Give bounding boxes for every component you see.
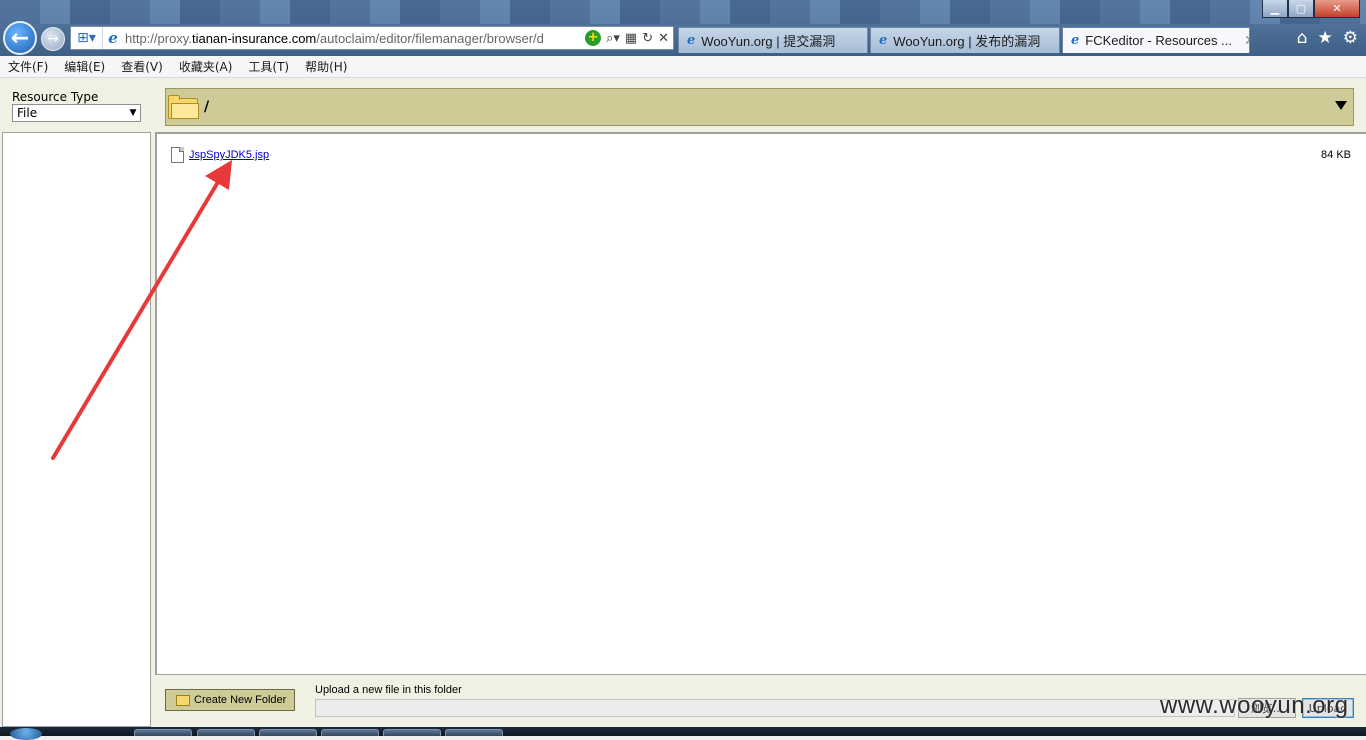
- taskbar-item[interactable]: [321, 729, 379, 736]
- menu-bar: 文件(F) 编辑(E) 查看(V) 收藏夹(A) 工具(T) 帮助(H): [0, 56, 1366, 78]
- tab-close-icon[interactable]: ✕: [1244, 32, 1249, 49]
- tab-label: WooYun.org | 发布的漏洞: [893, 34, 1041, 49]
- taskbar-item[interactable]: [445, 729, 503, 736]
- folder-dropdown-icon[interactable]: [1335, 101, 1347, 110]
- taskbar: [0, 727, 1366, 740]
- url-domain: tianan-insurance.com: [191, 30, 317, 46]
- chevron-down-icon: ▼: [129, 108, 137, 118]
- search-icon[interactable]: ⌕▾: [606, 31, 620, 46]
- folder-icon: [176, 694, 190, 706]
- taskbar-item[interactable]: [383, 729, 441, 736]
- url-prefix: http://proxy.: [125, 30, 192, 46]
- favorites-star-icon[interactable]: ★: [1318, 28, 1333, 48]
- file-manager-page: Resource Type File ▼ / JspSpyJDK5.jsp 84…: [0, 79, 1366, 727]
- menu-file[interactable]: 文件(F): [0, 58, 56, 75]
- current-folder-bar[interactable]: /: [165, 88, 1354, 126]
- ie-tab-icon: e: [1071, 33, 1080, 48]
- minimize-button[interactable]: ▁: [1262, 0, 1288, 18]
- menu-edit[interactable]: 编辑(E): [56, 58, 113, 75]
- home-icon[interactable]: ⌂: [1297, 28, 1308, 48]
- taskbar-item[interactable]: [197, 729, 255, 736]
- close-window-button[interactable]: ✕: [1314, 0, 1360, 18]
- resource-type-select[interactable]: File ▼: [12, 104, 141, 122]
- menu-tools[interactable]: 工具(T): [240, 58, 297, 75]
- file-list-pane: JspSpyJDK5.jsp 84 KB: [155, 132, 1366, 675]
- back-arrow-icon: ←: [10, 25, 30, 51]
- address-tools: + ⌕▾ ▦ ↻ ✕: [581, 30, 673, 46]
- address-url[interactable]: http://proxy.tianan-insurance.com/autocl…: [123, 31, 581, 46]
- menu-help[interactable]: 帮助(H): [297, 58, 355, 75]
- forward-arrow-icon: →: [47, 31, 59, 47]
- maximize-button[interactable]: ▢: [1288, 0, 1314, 18]
- window-controls: ▁ ▢ ✕: [1262, 0, 1360, 18]
- resource-type-label: Resource Type: [12, 90, 99, 104]
- create-folder-label: Create New Folder: [194, 694, 287, 706]
- file-row[interactable]: JspSpyJDK5.jsp 84 KB: [171, 146, 1351, 164]
- browser-titlebar: ▁ ▢ ✕ ← → ⊞▾ e http://proxy.tianan-insur…: [0, 0, 1366, 56]
- url-path: /autoclaim/editor/filemanager/browser/d: [316, 30, 544, 46]
- browser-toolbar-icons: ⌂ ★ ⚙: [1297, 28, 1358, 48]
- folder-icon: [168, 95, 200, 119]
- watermark-text: www.wooyun.org: [1160, 692, 1349, 719]
- tab-label: FCKeditor - Resources ...: [1085, 33, 1232, 48]
- tab-fckeditor[interactable]: e FCKeditor - Resources ... ✕: [1062, 27, 1250, 53]
- taskbar-item[interactable]: [134, 729, 192, 736]
- address-bar[interactable]: ⊞▾ e http://proxy.tianan-insurance.com/a…: [70, 26, 674, 50]
- file-size: 84 KB: [1321, 149, 1351, 161]
- tab-wooyun-published[interactable]: e WooYun.org | 发布的漏洞: [870, 27, 1060, 53]
- file-icon: [171, 147, 184, 163]
- stop-icon[interactable]: ✕: [658, 31, 669, 46]
- create-new-folder-button[interactable]: Create New Folder: [165, 689, 295, 711]
- start-button[interactable]: [10, 728, 42, 740]
- tab-wooyun-submit[interactable]: e WooYun.org | 提交漏洞: [678, 27, 868, 53]
- gear-icon[interactable]: ⚙: [1343, 28, 1358, 48]
- taskbar-item[interactable]: [259, 729, 317, 736]
- menu-favorites[interactable]: 收藏夹(A): [171, 58, 241, 75]
- ie-tab-icon: e: [879, 33, 888, 48]
- forward-button[interactable]: →: [41, 27, 65, 51]
- upload-file-input[interactable]: [315, 699, 1235, 717]
- upload-label: Upload a new file in this folder: [315, 684, 462, 696]
- menu-view[interactable]: 查看(V): [113, 58, 171, 75]
- refresh-icon[interactable]: ↻: [642, 31, 653, 46]
- back-button[interactable]: ←: [3, 21, 37, 55]
- tab-strip: e WooYun.org | 提交漏洞 e WooYun.org | 发布的漏洞…: [678, 27, 1252, 53]
- folder-tree-pane: [2, 132, 151, 727]
- titlebar-background: [0, 0, 1366, 24]
- file-name-link[interactable]: JspSpyJDK5.jsp: [189, 149, 269, 161]
- ie-page-icon: e: [108, 29, 118, 47]
- compat-icon[interactable]: ▦: [625, 31, 637, 46]
- current-path: /: [204, 99, 210, 115]
- ie-tab-icon: e: [687, 33, 696, 48]
- compat-view-icon[interactable]: ⊞▾: [71, 27, 103, 49]
- resource-type-value: File: [17, 106, 38, 120]
- tab-label: WooYun.org | 提交漏洞: [701, 34, 836, 49]
- add-on-icon[interactable]: +: [585, 30, 602, 46]
